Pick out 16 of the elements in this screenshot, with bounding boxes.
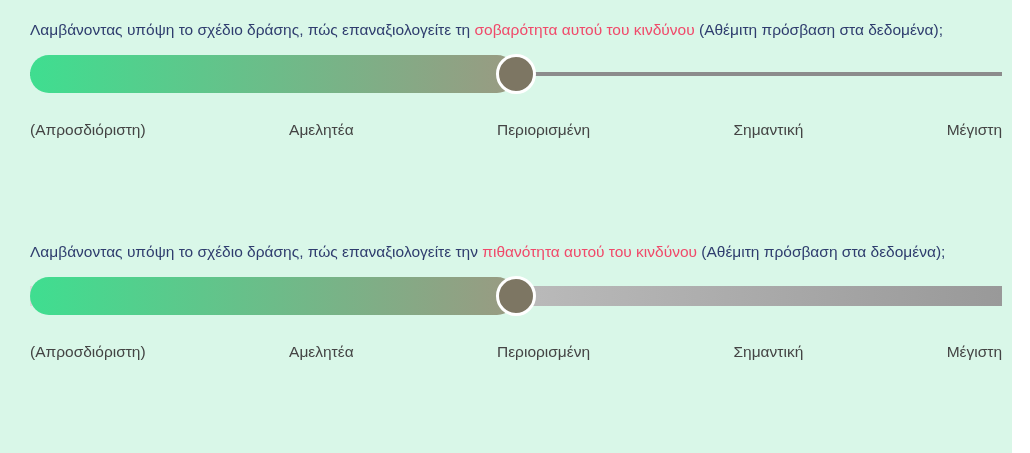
- scale-label: Αμελητέα: [289, 120, 354, 140]
- scale-label: Σημαντική: [733, 342, 804, 362]
- scale-label: (Απροσδιόριστη): [30, 342, 146, 362]
- scale-label: Μέγιστη: [946, 342, 1002, 362]
- scale-label: (Απροσδιόριστη): [30, 120, 146, 140]
- slider-thumb[interactable]: [496, 276, 536, 316]
- scale-label: Σημαντική: [733, 120, 804, 140]
- slider-thumb[interactable]: [496, 54, 536, 94]
- scale-label: Μέγιστη: [946, 120, 1002, 140]
- slider-track[interactable]: [30, 276, 1002, 316]
- scale-label: Αμελητέα: [289, 342, 354, 362]
- slider-track[interactable]: [30, 54, 1002, 94]
- scale-label: Περιορισμένη: [497, 120, 591, 140]
- question-text: Λαμβάνοντας υπόψη το σχέδιο δράσης, πώς επαναξιολογείτε τη σοβαρότητα αυτού του κινδύνου (Αθέμιτη πρόσβαση στα δεδομένα);: [30, 20, 945, 40]
- scale-label: Περιορισμένη: [497, 342, 591, 362]
- question-text: Λαμβάνοντας υπόψη το σχέδιο δράσης, πώς επαναξιολογείτε την πιθανότητα αυτού του κινδύνου (Αθέμιτη πρόσβαση στα δεδομένα);: [30, 242, 947, 262]
